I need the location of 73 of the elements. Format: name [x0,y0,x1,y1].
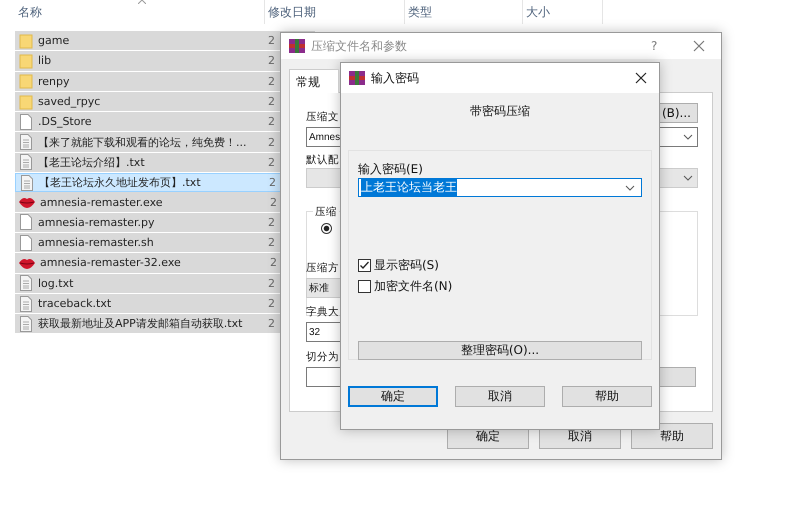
file-name: 【老王论坛介绍】.txt [38,154,146,170]
archive-icon [349,71,365,85]
file-icon [19,214,33,230]
modified-date: 2 [268,297,275,310]
file-name: game [38,34,70,48]
sort-caret-icon [138,0,146,4]
column-header[interactable]: 修改日期 [265,0,405,24]
help-button[interactable]: ? [651,39,658,53]
file-name: traceback.txt [38,297,112,310]
modified-date: 2 [268,236,275,250]
checkbox-icon[interactable] [358,259,371,272]
text-file-icon [19,134,33,150]
column-header[interactable]: 类型 [405,0,523,24]
modified-date: 2 [268,34,275,48]
modified-date: 2 [270,196,277,209]
text-file-icon [19,154,33,170]
chevron-down-icon[interactable] [625,184,635,190]
file-name: 【老王论坛永久地址发布页】.txt [39,175,202,190]
checkbox-option[interactable]: 显示密码(S) [358,257,642,274]
folder-icon [19,32,33,49]
modified-date: 2 [268,276,275,290]
file-icon [19,234,33,251]
file-name: saved_rpyc [38,95,102,108]
tab[interactable]: 常规 [289,69,339,93]
lips-icon [19,196,35,208]
modified-date: 2 [268,95,275,108]
modified-date: 2 [269,176,276,190]
file-name: renpy [38,74,71,88]
modified-date: 2 [268,156,275,169]
modified-date: 2 [268,216,275,229]
file-name: 获取最新地址及APP请发邮箱自动获取.txt [38,316,244,332]
folder-icon [19,73,33,90]
checkbox-option[interactable]: 加密文件名(N) [358,278,642,295]
file-name: lib [38,54,52,68]
chevron-down-icon[interactable] [683,175,693,181]
password-label: 输入密码(E) [358,161,424,178]
file-name: amnesia-remaster.py [38,216,156,229]
dialog-button[interactable]: 帮助 [562,386,652,407]
close-icon[interactable] [635,72,647,84]
file-name: amnesia-remaster-32.exe [40,256,182,270]
folder-icon [19,52,33,69]
modified-date: 2 [270,256,277,270]
lips-icon [19,256,35,269]
text-file-icon [20,174,34,191]
dialog-button[interactable]: 确定 [348,386,438,407]
file-name: amnesia-remaster.sh [38,236,155,250]
modified-date: 2 [268,115,275,128]
folder-icon [19,94,33,110]
organize-passwords-button[interactable]: 整理密码(O)... [358,341,642,360]
checkbox-icon[interactable] [358,280,371,293]
modified-date: 2 [268,136,275,149]
file-name: amnesia-remaster.exe [40,196,164,209]
file-name: log.txt [38,276,74,290]
dialog-button[interactable]: 帮助 [631,423,713,449]
file-name: .DS_Store [38,115,93,128]
window-title: 输入密码 [371,70,419,86]
modified-date: 2 [268,74,275,88]
column-header[interactable]: 名称 [15,0,265,24]
column-header[interactable]: 大小 [523,0,603,24]
modified-date: 2 [268,54,275,68]
text-file-icon [19,296,33,312]
group-label: 压缩 [313,205,339,219]
text-file-icon [19,316,33,332]
modified-date: 2 [268,317,275,330]
password-field[interactable]: 上老王论坛当老王 [358,178,642,197]
file-name: 【来了就能下载和观看的论坛，纯免费！... [38,134,248,150]
dialog-heading: 带密码压缩 [469,103,531,119]
chevron-down-icon[interactable] [683,134,693,140]
text-file-icon [19,275,33,292]
dialog-button[interactable]: 取消 [455,386,545,407]
file-icon [19,114,33,130]
archive-icon [289,39,305,53]
field-label: 切分为 [306,350,339,364]
